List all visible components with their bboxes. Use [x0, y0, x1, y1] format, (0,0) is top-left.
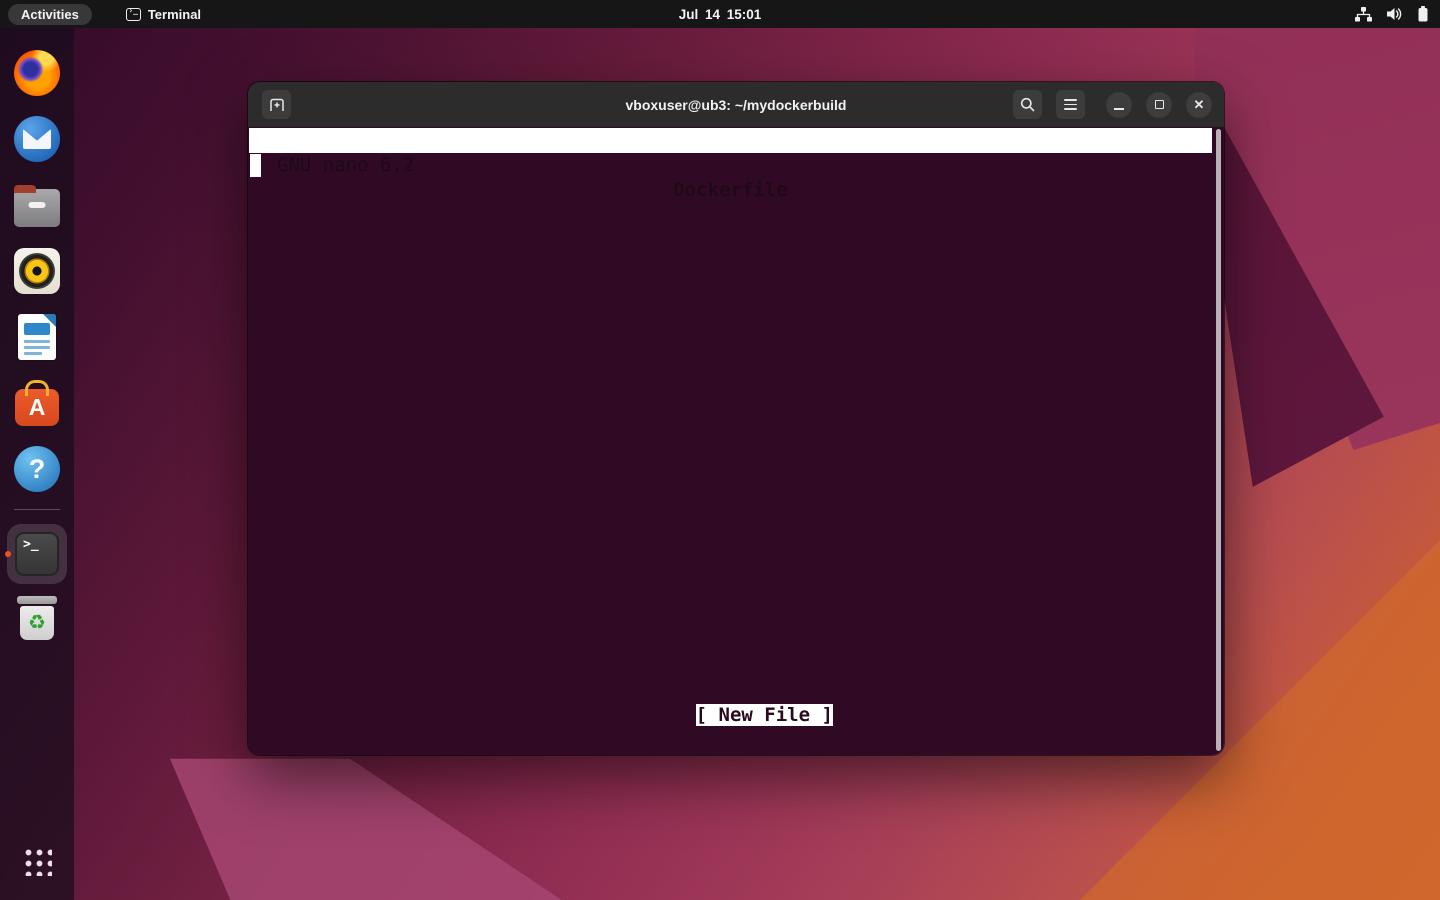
shortcut-location: ^CLocation	[1035, 754, 1224, 755]
search-button[interactable]	[1013, 90, 1042, 119]
menu-button[interactable]	[1056, 90, 1085, 119]
help-icon	[14, 446, 60, 492]
dock-separator	[14, 509, 60, 510]
activities-button[interactable]: Activities	[8, 3, 92, 25]
libreoffice-writer-icon	[18, 314, 56, 360]
new-tab-button[interactable]	[262, 90, 291, 119]
window-header[interactable]: vboxuser@ub3: ~/mydockerbuild ✕	[248, 82, 1224, 127]
text-line	[24, 346, 50, 349]
trash-lid	[17, 596, 57, 604]
clock-button[interactable]: Jul 14 15:01	[679, 7, 762, 22]
scrollbar-thumb[interactable]	[1216, 129, 1221, 751]
close-button[interactable]: ✕	[1186, 91, 1212, 118]
terminal-icon	[15, 532, 59, 576]
text-line	[24, 352, 42, 355]
running-indicator-dot	[5, 551, 11, 557]
thunderbird-icon	[14, 116, 60, 162]
maximize-button[interactable]	[1146, 91, 1172, 118]
focused-app-menu[interactable]: Terminal	[125, 6, 202, 22]
dock-item-files[interactable]	[0, 181, 74, 229]
focused-app-label: Terminal	[147, 6, 202, 22]
close-icon: ✕	[1193, 97, 1205, 112]
dock-item-rhythmbox[interactable]	[0, 247, 74, 295]
nano-version-label: GNU nano 6.2	[277, 154, 415, 176]
system-status-area[interactable]	[1355, 0, 1428, 28]
nano-filename-label: Dockerfile	[673, 179, 788, 201]
nano-shortcut-bar: ^GHelp ^XExit ^OWrite Out ^RRead File ^W…	[248, 702, 1224, 754]
ubuntu-software-icon	[15, 389, 59, 426]
text-cursor	[250, 154, 261, 177]
dock-item-trash[interactable]	[0, 594, 74, 642]
nano-title-bar: GNU nano 6.2 Dockerfile	[249, 128, 1212, 201]
rhythmbox-icon	[14, 248, 60, 294]
dock-item-ubuntu-software[interactable]	[0, 379, 74, 427]
top-bar: Activities Terminal Jul 14 15:01	[0, 0, 1440, 28]
active-app-highlight	[7, 524, 67, 584]
dock-item-libreoffice-writer[interactable]	[0, 313, 74, 361]
dock-item-thunderbird[interactable]	[0, 115, 74, 163]
files-icon	[14, 184, 60, 227]
nano-editor-screen[interactable]: GNU nano 6.2 Dockerfile [ New File ] ^GH…	[248, 127, 1224, 755]
text-line	[24, 340, 50, 343]
search-icon	[1020, 97, 1035, 112]
minimize-icon	[1114, 107, 1124, 110]
hamburger-icon	[1064, 98, 1077, 111]
firefox-icon	[14, 50, 60, 96]
trash-can	[20, 606, 54, 640]
maximize-icon	[1154, 100, 1164, 109]
terminal-app-icon	[125, 6, 141, 21]
terminal-window: vboxuser@ub3: ~/mydockerbuild ✕ GNU nano…	[248, 82, 1224, 755]
image-placeholder	[24, 323, 50, 335]
dock-item-firefox[interactable]	[0, 49, 74, 97]
minimize-button[interactable]	[1106, 91, 1132, 118]
dock-item-terminal[interactable]	[0, 524, 74, 584]
battery-icon	[1418, 6, 1428, 22]
network-icon	[1355, 6, 1372, 22]
trash-icon	[17, 596, 57, 640]
shortcut-column: ^CLocation ^/Go To Line	[1035, 702, 1224, 755]
show-applications-button[interactable]	[22, 846, 52, 876]
volume-icon	[1387, 7, 1403, 21]
dock	[0, 28, 74, 900]
speaker-glyph	[19, 253, 55, 289]
dock-item-help[interactable]	[0, 445, 74, 493]
